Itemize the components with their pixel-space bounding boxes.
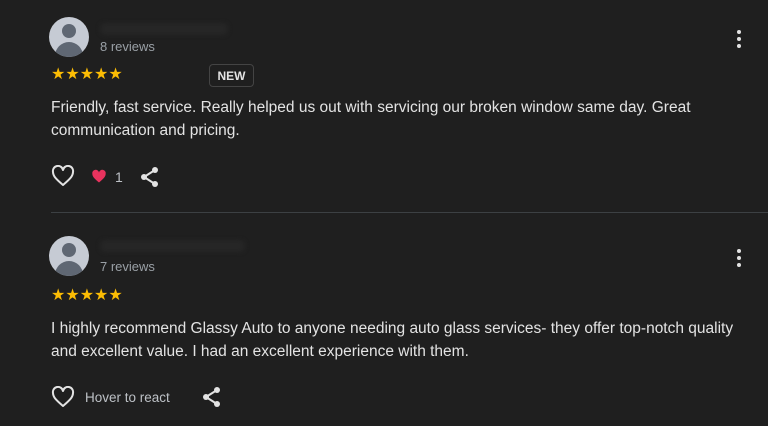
hover-to-react-label: Hover to react bbox=[85, 390, 170, 405]
star-rating: ★★★★★ bbox=[51, 287, 123, 304]
review-text: I highly recommend Glassy Auto to anyone… bbox=[51, 320, 734, 360]
share-icon[interactable] bbox=[202, 386, 222, 408]
share-icon[interactable] bbox=[140, 166, 160, 188]
reviewer-review-count: 8 reviews bbox=[100, 39, 155, 54]
more-options-icon[interactable] bbox=[735, 249, 743, 269]
reviewer-avatar[interactable] bbox=[49, 17, 89, 57]
like-heart-icon[interactable] bbox=[51, 165, 75, 187]
review-divider bbox=[51, 212, 768, 213]
reviewer-name-blurred[interactable] bbox=[100, 23, 228, 35]
reviewer-review-count: 7 reviews bbox=[100, 259, 155, 274]
heart-reaction-icon[interactable] bbox=[91, 169, 107, 184]
more-options-icon[interactable] bbox=[735, 30, 743, 50]
reviewer-avatar[interactable] bbox=[49, 236, 89, 276]
new-badge: NEW bbox=[209, 64, 254, 87]
reviewer-name-blurred[interactable] bbox=[100, 240, 245, 252]
review-text: Friendly, fast service. Really helped us… bbox=[51, 99, 691, 139]
like-heart-icon[interactable] bbox=[51, 386, 75, 408]
reaction-count: 1 bbox=[115, 169, 123, 185]
star-rating: ★★★★★ bbox=[51, 66, 123, 83]
